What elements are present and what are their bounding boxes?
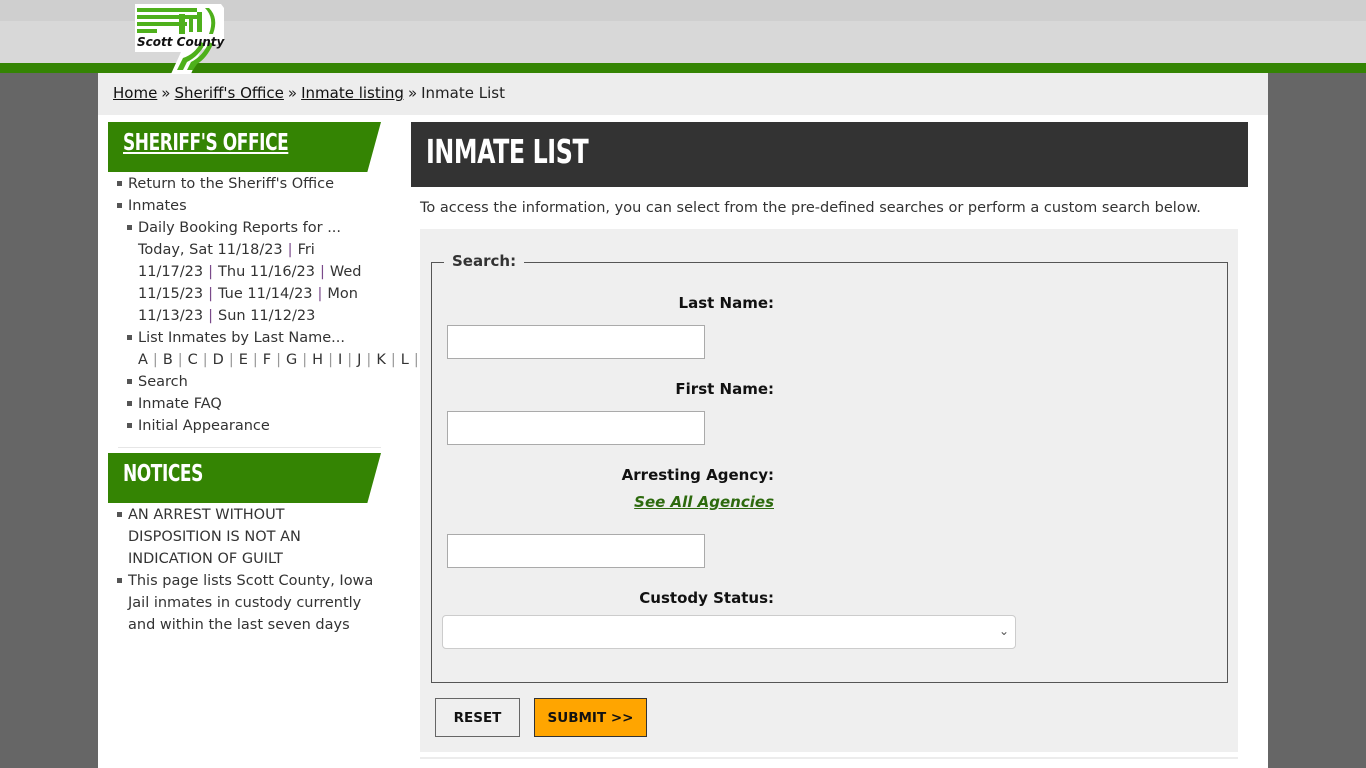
letter-separator: |: [328, 352, 333, 368]
sidebar-nav: Return to the Sheriff's Office Inmates D…: [108, 172, 764, 437]
content-divider: [420, 757, 1238, 759]
sidebar-heading-notices: NOTICES: [108, 453, 381, 503]
first-name-label: First Name:: [675, 380, 774, 398]
letter-link[interactable]: H: [312, 352, 323, 368]
daily-report-link[interactable]: Tue 11/14/23: [218, 286, 313, 302]
letter-separator: |: [177, 352, 183, 368]
breadcrumb: Home» Sheriff's Office» Inmate listing» Inm…: [98, 73, 1268, 115]
chevron-down-icon: ⌄: [998, 624, 1009, 638]
letter-link[interactable]: C: [188, 352, 198, 368]
letter-link[interactable]: I: [338, 352, 342, 368]
letter-separator: |: [413, 352, 419, 368]
letter-link[interactable]: B: [163, 352, 173, 368]
breadcrumb-sheriffs-office[interactable]: Sheriff's Office: [174, 84, 283, 102]
breadcrumb-separator: »: [407, 84, 418, 102]
letter-link[interactable]: L: [401, 352, 409, 368]
sidebar-item-inmate-faq[interactable]: Inmate FAQ: [108, 393, 381, 415]
reset-button[interactable]: RESET: [435, 698, 520, 737]
letter-separator: |: [302, 352, 308, 368]
letter-separator: |: [276, 352, 282, 368]
custody-status-select[interactable]: ⌄: [442, 615, 1016, 649]
by-last-name-label[interactable]: List Inmates by Last Name...: [138, 330, 345, 346]
daily-report-link[interactable]: Today, Sat 11/18/23: [138, 242, 283, 258]
sidebar-item-return[interactable]: Return to the Sheriff's Office: [108, 173, 381, 195]
main-content: INMATE LIST To access the information, y…: [411, 122, 1248, 759]
letter-link[interactable]: D: [213, 352, 224, 368]
search-panel: Search: Last Name: First Name: Arresting…: [420, 229, 1238, 752]
arresting-agency-input[interactable]: [447, 534, 705, 568]
letter-separator: |: [228, 352, 234, 368]
intro-text: To access the information, you can selec…: [420, 200, 1201, 216]
sidebar-heading-sheriffs-office: SHERIFF'S OFFICE: [108, 122, 381, 172]
notice-item: This page lists Scott County, Iowa Jail …: [108, 570, 381, 636]
sidebar-item-initial-appearance[interactable]: Initial Appearance: [108, 415, 381, 437]
daily-booking-label[interactable]: Daily Booking Reports for ...: [138, 220, 341, 236]
letter-link[interactable]: J: [357, 352, 361, 368]
daily-report-link[interactable]: Thu 11/16/23: [218, 264, 315, 280]
letter-link[interactable]: E: [239, 352, 248, 368]
breadcrumb-separator: »: [287, 84, 298, 102]
see-all-agencies-link[interactable]: See All Agencies: [634, 493, 774, 511]
sidebar-divider: [118, 447, 381, 448]
letter-separator: |: [366, 352, 372, 368]
search-fieldset: Search: Last Name: First Name: Arresting…: [431, 252, 1228, 683]
custody-status-label: Custody Status:: [639, 589, 774, 607]
breadcrumb-inmate-listing[interactable]: Inmate listing: [301, 84, 404, 102]
arresting-agency-label: Arresting Agency:: [621, 466, 774, 484]
breadcrumb-separator: »: [161, 84, 171, 102]
sidebar-item-daily-booking: Daily Booking Reports for ... Today, Sat…: [108, 217, 381, 327]
page-title-bar: INMATE LIST: [411, 122, 1248, 187]
letter-separator: |: [252, 352, 258, 368]
letter-separator: |: [390, 352, 396, 368]
sheriffs-office-heading-link[interactable]: SHERIFF'S OFFICE: [123, 130, 325, 156]
scott-county-logo[interactable]: Scott County: [131, 2, 227, 74]
letter-link[interactable]: K: [376, 352, 386, 368]
letter-separator: |: [347, 352, 353, 368]
letter-link[interactable]: A: [138, 352, 148, 368]
notices-list: AN ARREST WITHOUT DISPOSITION IS NOT AN …: [108, 503, 381, 636]
last-name-input[interactable]: [447, 325, 705, 359]
sidebar-item-inmates[interactable]: Inmates: [108, 195, 381, 217]
svg-text:Scott County: Scott County: [137, 35, 226, 49]
submit-button[interactable]: SUBMIT >>: [534, 698, 647, 737]
sidebar-item-by-last-name: List Inmates by Last Name... A | B | C | D | E | F…: [108, 327, 764, 371]
logo-icon: Scott County: [135, 4, 226, 74]
breadcrumb-current: Inmate List: [421, 84, 505, 102]
letter-separator: |: [202, 352, 208, 368]
sidebar: SHERIFF'S OFFICE Return to the Sheriff's…: [108, 122, 764, 636]
search-legend: Search:: [444, 252, 525, 270]
last-name-label: Last Name:: [678, 294, 774, 312]
daily-report-link[interactable]: Sun 11/12/23: [218, 308, 315, 324]
letter-link[interactable]: F: [263, 352, 271, 368]
first-name-input[interactable]: [447, 411, 705, 445]
letter-separator: |: [152, 352, 158, 368]
notice-item: AN ARREST WITHOUT DISPOSITION IS NOT AN …: [108, 504, 381, 570]
sidebar-item-search[interactable]: Search: [108, 371, 381, 393]
letter-link[interactable]: G: [286, 352, 297, 368]
breadcrumb-home[interactable]: Home: [113, 84, 157, 102]
page-title: INMATE LIST: [426, 132, 589, 171]
page-container: Home» Sheriff's Office» Inmate listing» Inm…: [98, 73, 1268, 768]
